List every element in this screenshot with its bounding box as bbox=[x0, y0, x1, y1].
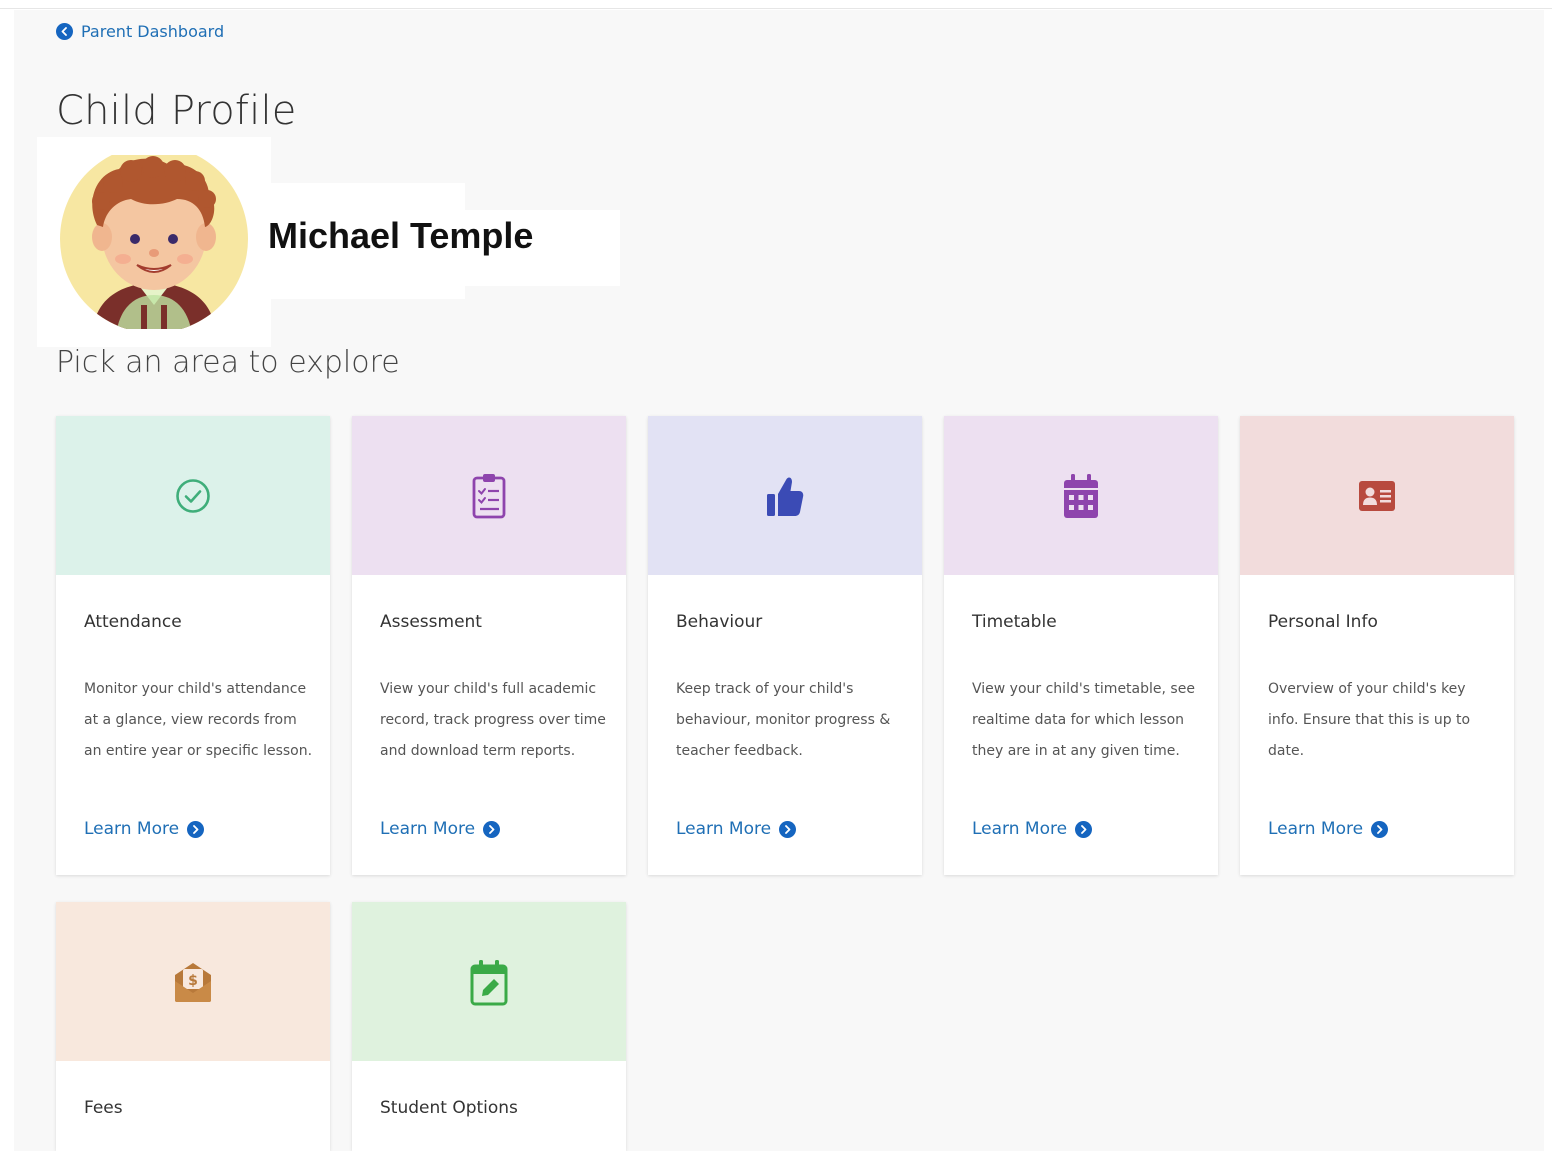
id-card-icon bbox=[1359, 480, 1395, 511]
card-header: $ bbox=[56, 902, 330, 1061]
learn-more-label: Learn More bbox=[676, 819, 772, 839]
card-description: Monitor your child's attendance at a gla… bbox=[84, 681, 313, 759]
card-title: Behaviour bbox=[676, 612, 763, 632]
learn-more-link[interactable]: Learn More bbox=[1268, 819, 1389, 839]
chevron-right-icon bbox=[483, 820, 501, 838]
learn-more-label: Learn More bbox=[84, 819, 180, 839]
top-divider bbox=[0, 8, 1552, 9]
money-envelope-icon: $ bbox=[175, 962, 211, 1002]
card-description: View your child's full academic record, … bbox=[380, 681, 606, 759]
avatar-frame bbox=[37, 137, 271, 347]
card-title: Student Options bbox=[380, 1098, 518, 1118]
learn-more-link[interactable]: Learn More bbox=[380, 819, 501, 839]
card-header bbox=[1240, 416, 1514, 575]
page-title: Child Profile bbox=[56, 88, 297, 134]
card-student-options[interactable]: Student Options bbox=[352, 902, 626, 1151]
card-header bbox=[648, 416, 922, 575]
check-circle-icon bbox=[176, 478, 210, 513]
calendar-edit-icon bbox=[470, 959, 508, 1005]
card-fees[interactable]: $ Fees bbox=[56, 902, 330, 1151]
section-title: Pick an area to explore bbox=[56, 345, 400, 380]
card-description: Keep track of your child's behaviour, mo… bbox=[676, 681, 891, 759]
learn-more-link[interactable]: Learn More bbox=[84, 819, 205, 839]
card-header bbox=[352, 902, 626, 1061]
card-title: Timetable bbox=[972, 612, 1057, 632]
chevron-right-icon bbox=[1075, 820, 1093, 838]
card-assessment[interactable]: Assessment View your child's full academ… bbox=[352, 416, 626, 875]
chevron-right-icon bbox=[779, 820, 797, 838]
breadcrumb-label: Parent Dashboard bbox=[81, 21, 225, 41]
svg-text:$: $ bbox=[188, 973, 198, 989]
card-behaviour[interactable]: Behaviour Keep track of your child's beh… bbox=[648, 416, 922, 875]
card-description: Overview of your child's key info. Ensur… bbox=[1268, 681, 1471, 759]
card-title: Fees bbox=[84, 1098, 123, 1118]
chevron-right-icon bbox=[1371, 820, 1389, 838]
chevron-left-icon bbox=[56, 22, 73, 40]
learn-more-link[interactable]: Learn More bbox=[972, 819, 1093, 839]
clipboard-checklist-icon bbox=[472, 473, 506, 518]
card-header bbox=[352, 416, 626, 575]
learn-more-label: Learn More bbox=[972, 819, 1068, 839]
card-attendance[interactable]: Attendance Monitor your child's attendan… bbox=[56, 416, 330, 875]
card-header bbox=[944, 416, 1218, 575]
learn-more-link[interactable]: Learn More bbox=[676, 819, 797, 839]
learn-more-label: Learn More bbox=[380, 819, 476, 839]
child-name: Michael Temple bbox=[268, 215, 534, 256]
card-title: Assessment bbox=[380, 612, 482, 632]
card-description: View your child's timetable, see realtim… bbox=[972, 681, 1195, 759]
card-title: Personal Info bbox=[1268, 612, 1378, 632]
thumbs-up-icon bbox=[767, 477, 804, 516]
card-personal-info[interactable]: Personal Info Overview of your child's k… bbox=[1240, 416, 1514, 875]
chevron-right-icon bbox=[187, 820, 205, 838]
calendar-icon bbox=[1064, 473, 1098, 518]
card-header bbox=[56, 416, 330, 575]
card-title: Attendance bbox=[84, 612, 182, 632]
breadcrumb-parent-dashboard[interactable]: Parent Dashboard bbox=[56, 20, 224, 42]
avatar bbox=[60, 155, 248, 329]
card-timetable[interactable]: Timetable View your child's timetable, s… bbox=[944, 416, 1218, 875]
learn-more-label: Learn More bbox=[1268, 819, 1364, 839]
